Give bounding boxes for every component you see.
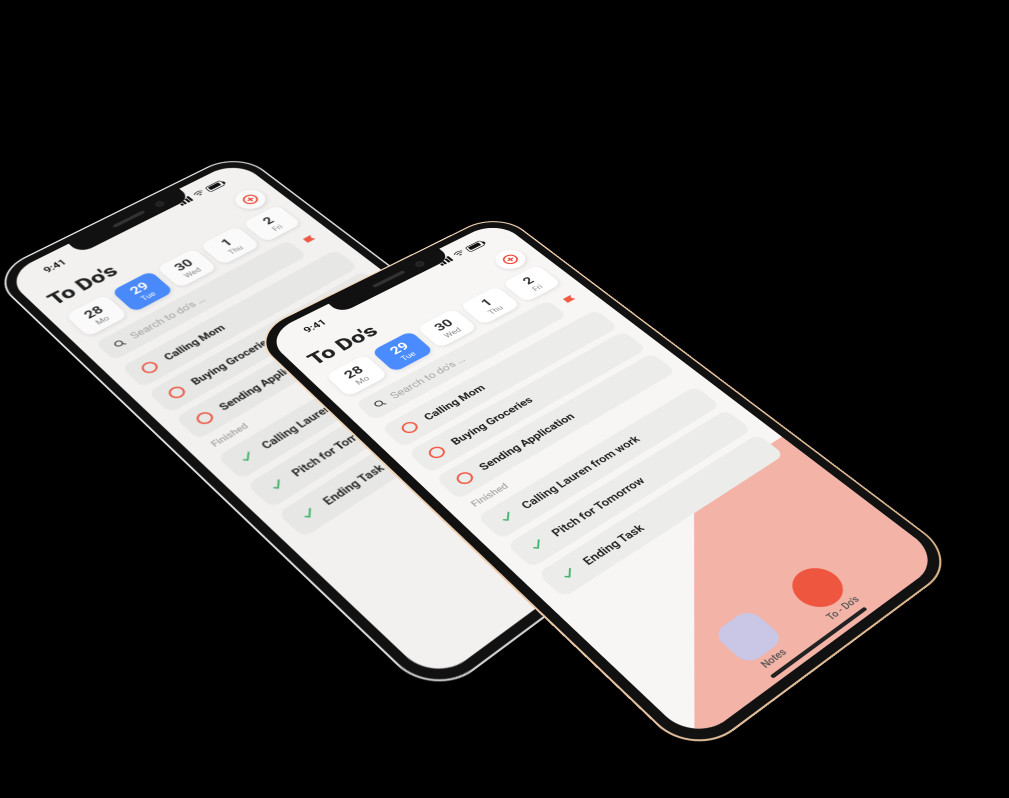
plus-icon [499, 252, 521, 266]
flag-icon[interactable] [559, 292, 585, 309]
status-time: 9:41 [41, 258, 69, 275]
wifi-icon [451, 249, 467, 259]
battery-icon [464, 240, 485, 252]
unchecked-icon[interactable] [426, 444, 449, 460]
battery-icon [204, 180, 225, 192]
wifi-icon [191, 189, 207, 199]
unchecked-icon[interactable] [193, 410, 216, 427]
search-icon [110, 337, 129, 350]
flag-icon[interactable] [299, 232, 325, 249]
plus-icon [239, 192, 261, 206]
check-icon [557, 564, 581, 583]
status-time: 9:41 [301, 318, 329, 335]
check-icon [526, 536, 550, 554]
check-icon [266, 476, 290, 494]
check-icon [495, 508, 519, 526]
bottom-nav: Notes To - Do's [635, 514, 932, 733]
unchecked-icon[interactable] [139, 360, 161, 376]
check-icon [297, 504, 321, 523]
unchecked-icon[interactable] [453, 470, 476, 487]
search-icon [370, 397, 389, 410]
unchecked-icon[interactable] [166, 384, 189, 400]
unchecked-icon[interactable] [399, 420, 421, 436]
check-icon [235, 448, 259, 466]
